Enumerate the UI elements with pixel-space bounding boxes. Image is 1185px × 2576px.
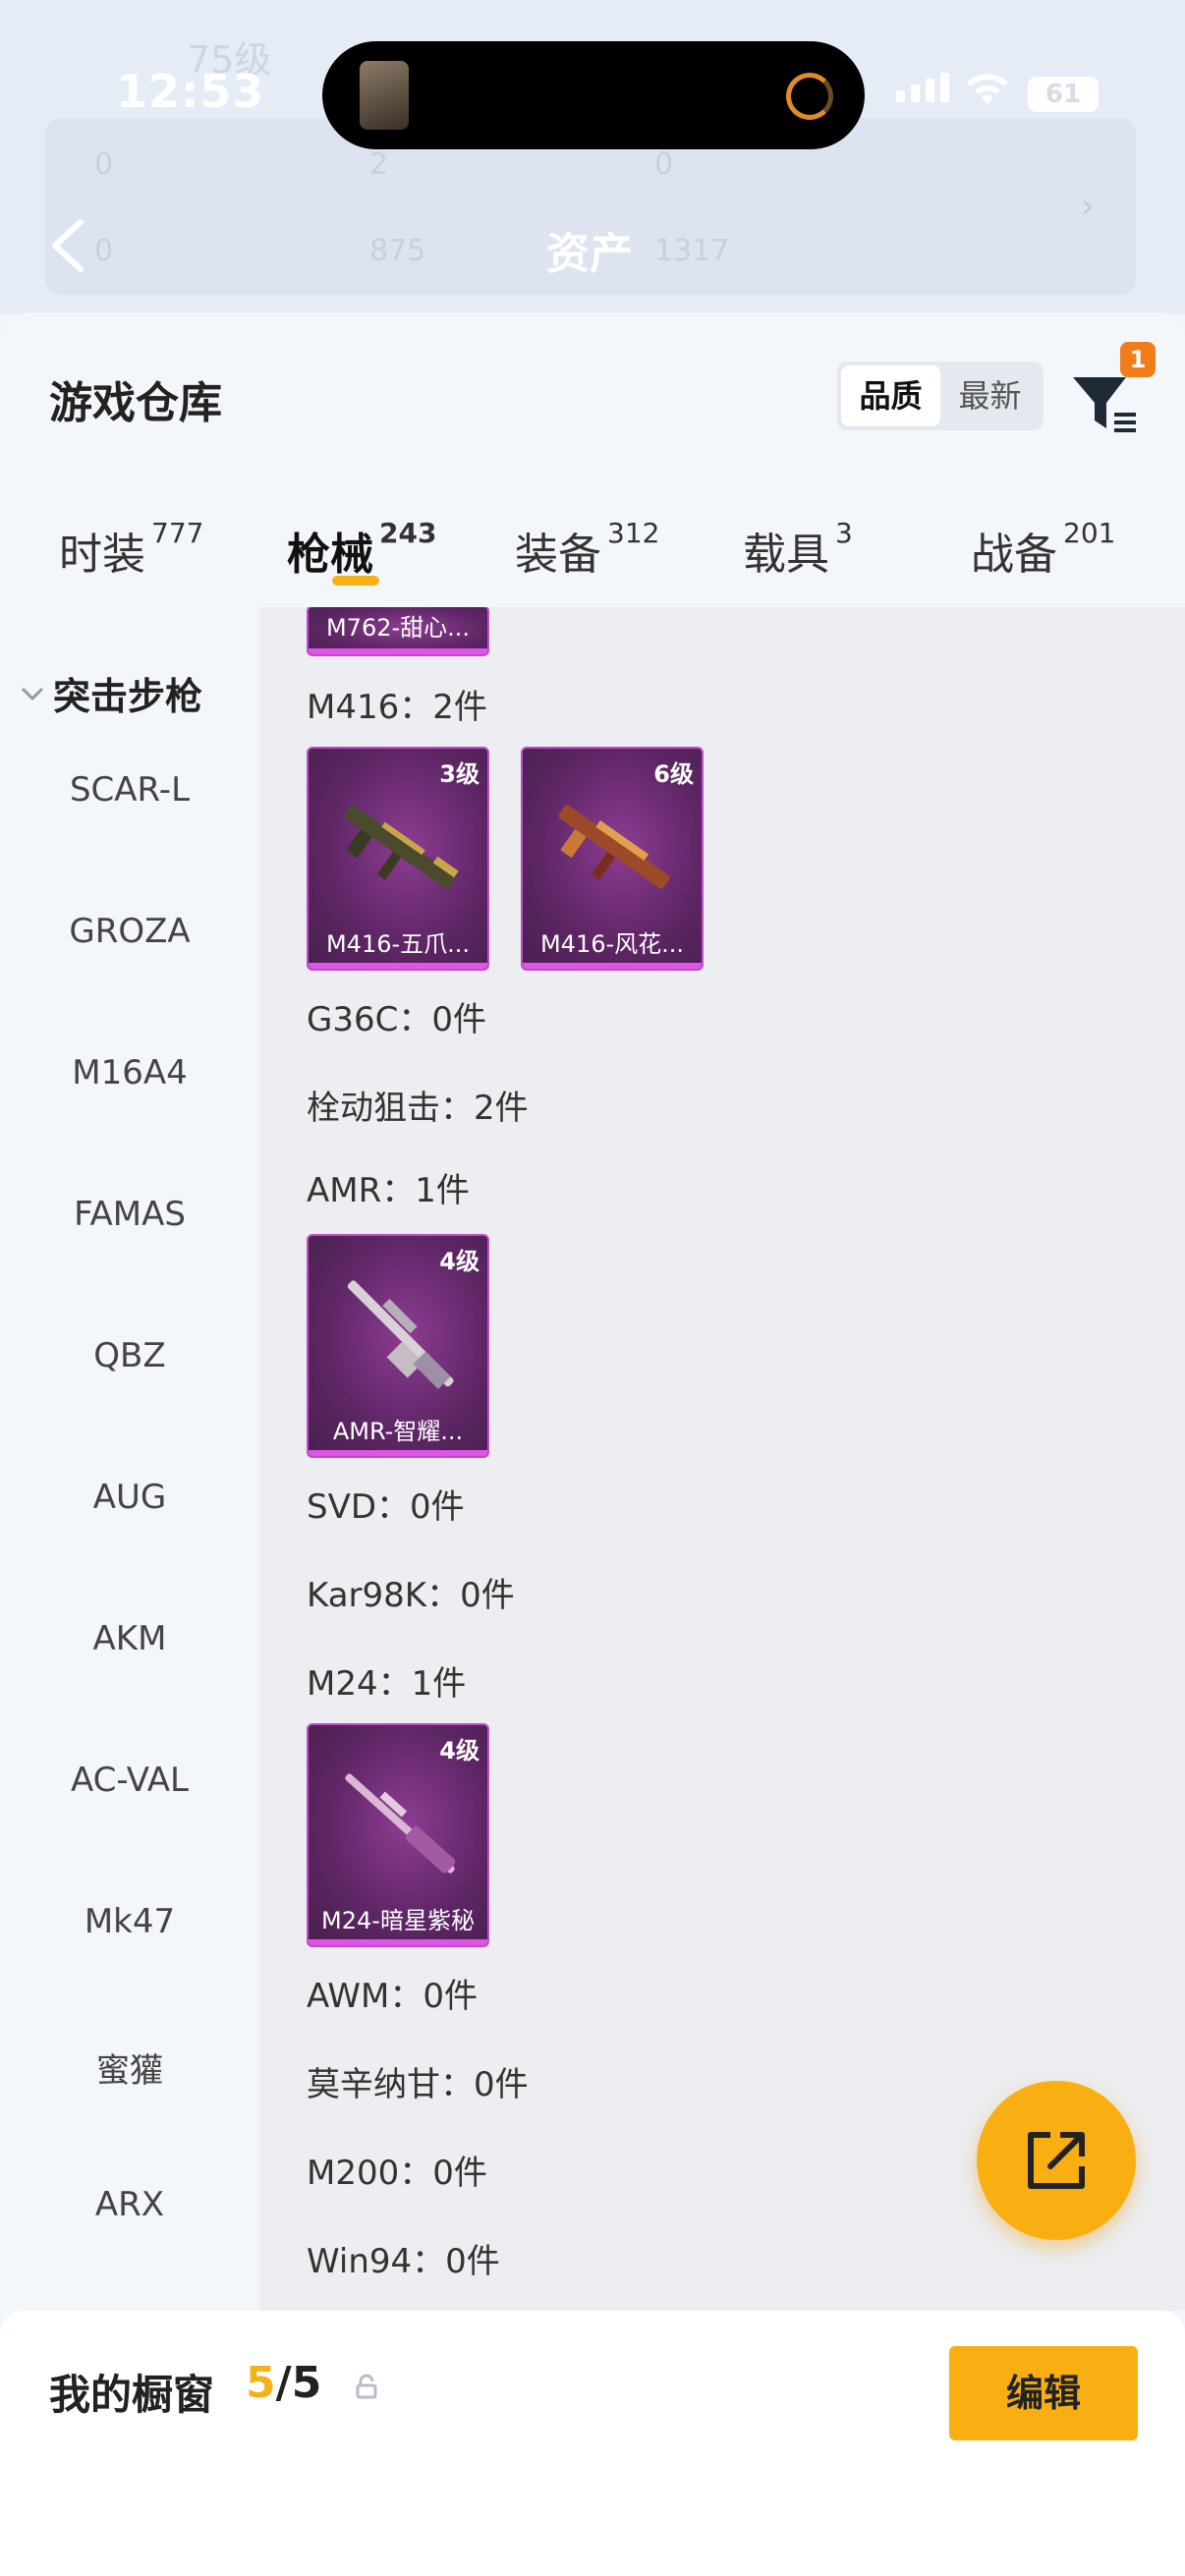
sniper-rifle-icon — [347, 1280, 454, 1389]
tab-vehicles[interactable]: 载具 3 — [743, 499, 853, 597]
card-name: M416-五爪... — [325, 930, 471, 958]
sidebar-item-akm[interactable]: AKM — [0, 1619, 259, 1658]
tab-count: 312 — [607, 517, 660, 549]
rifle-icon — [344, 805, 459, 889]
stat-value: 0 — [94, 234, 114, 268]
tab-label: 枪械 — [287, 530, 373, 580]
weapon-card[interactable]: 6级 M416-风花... — [521, 747, 704, 971]
sidebar-item-groza[interactable]: GROZA — [0, 912, 259, 951]
signal-icon — [896, 73, 949, 102]
tab-fashion[interactable]: 时装 777 — [59, 499, 203, 597]
group-heading: Win94：0件 — [307, 2242, 500, 2281]
group-heading: Kar98K：0件 — [307, 1576, 515, 1615]
group-heading: AWM：0件 — [307, 1977, 478, 2016]
background-header: 75级 0 2 0 0 875 1317 › 12:53 61 资产 — [0, 0, 1185, 314]
group-heading: M416：2件 — [307, 688, 487, 727]
weapon-list: M762-甜心... M416：2件 3级 M416-五爪... 6级 M416… — [259, 607, 1185, 2311]
card-name: M24-暗星紫秘 — [321, 1907, 475, 1934]
weapon-card[interactable]: M762-甜心... — [307, 607, 489, 656]
tab-label: 时装 — [59, 530, 145, 580]
showcase-total: /5 — [275, 2358, 322, 2408]
tab-count: 201 — [1063, 517, 1116, 549]
sidebar-item-m16a4[interactable]: M16A4 — [0, 1053, 259, 1092]
lock-icon — [356, 2374, 377, 2399]
card-name: AMR-智耀... — [332, 1418, 464, 1445]
stat-value: 0 — [654, 147, 674, 182]
weapon-category-sidebar: 突击步枪 SCAR-L GROZA M16A4 FAMAS QBZ AUG AK… — [0, 607, 259, 2311]
wifi-icon — [967, 74, 1008, 104]
tab-count: 3 — [835, 517, 853, 549]
tab-firearms[interactable]: 枪械 243 — [287, 499, 436, 597]
group-heading: AMR：1件 — [307, 1171, 470, 1210]
group-heading: 栓动狙击：2件 — [307, 1089, 529, 1128]
tab-label: 装备 — [515, 530, 601, 580]
stat-value: 1317 — [654, 234, 730, 268]
battery-indicator: 61 — [1028, 77, 1099, 112]
tab-count: 243 — [379, 517, 437, 549]
showcase-label: 我的橱窗 — [49, 2371, 215, 2419]
showcase-bar: 我的橱窗 5/5 编辑 — [0, 2311, 1185, 2576]
card-name: M762-甜心... — [325, 614, 471, 642]
warehouse-sheet: 游戏仓库 品质 最新 1 时装 777 枪械 243 装备 312 载具 3 战备 201 — [0, 312, 1185, 2576]
stat-value: 0 — [94, 147, 114, 182]
stat-value: 875 — [369, 234, 426, 268]
sidebar-group-label: 突击步枪 — [53, 675, 203, 718]
share-button[interactable] — [977, 2081, 1136, 2240]
rifle-icon — [558, 805, 670, 889]
sidebar-item-ac-val[interactable]: AC-VAL — [0, 1761, 259, 1800]
page-title: 资产 — [546, 229, 633, 279]
chevron-down-icon — [21, 687, 44, 700]
back-arrow-icon[interactable] — [43, 216, 92, 275]
share-icon — [1028, 2132, 1085, 2189]
showcase-count: 5/5 — [246, 2358, 321, 2408]
now-playing-thumbnail — [360, 61, 409, 130]
showcase-current: 5 — [246, 2358, 276, 2408]
group-heading: M24：1件 — [307, 1664, 467, 1704]
card-name: M416-风花... — [539, 930, 685, 958]
sort-option-newest[interactable]: 最新 — [940, 365, 1040, 426]
sniper-rifle-icon — [345, 1773, 456, 1874]
warehouse-title: 游戏仓库 — [49, 378, 222, 428]
weapon-card[interactable]: 4级 AMR-智耀... — [307, 1234, 489, 1458]
sidebar-group-assault-rifles[interactable]: 突击步枪 — [20, 666, 202, 720]
tab-count: 777 — [151, 517, 204, 549]
edit-button[interactable]: 编辑 — [949, 2346, 1138, 2440]
activity-ring-icon — [786, 73, 833, 120]
sidebar-item-mk47[interactable]: Mk47 — [0, 1902, 259, 1941]
group-heading: G36C：0件 — [307, 1000, 486, 1039]
weapon-card[interactable]: 4级 M24-暗星紫秘 — [307, 1723, 489, 1947]
tab-label: 载具 — [743, 530, 829, 580]
category-tabs: 时装 777 枪械 243 装备 312 载具 3 战备 201 — [0, 499, 1185, 607]
tab-supplies[interactable]: 战备 201 — [971, 499, 1115, 597]
tab-active-indicator — [332, 576, 379, 586]
sidebar-item-famas[interactable]: FAMAS — [0, 1195, 259, 1234]
sidebar-item-scar-l[interactable]: SCAR-L — [0, 770, 259, 810]
sidebar-item-aug[interactable]: AUG — [0, 1478, 259, 1517]
sort-option-quality[interactable]: 品质 — [841, 365, 940, 426]
stat-value: 2 — [369, 147, 389, 182]
tab-equipment[interactable]: 装备 312 — [515, 499, 659, 597]
sort-toggle: 品质 最新 — [837, 362, 1044, 430]
tab-label: 战备 — [971, 530, 1057, 580]
group-heading: M200：0件 — [307, 2154, 487, 2193]
group-heading: 莫辛纳甘：0件 — [307, 2065, 529, 2104]
filter-badge: 1 — [1120, 342, 1156, 377]
sidebar-item-honey-badger[interactable]: 蜜獾 — [0, 2044, 259, 2092]
sidebar-item-arx[interactable]: ARX — [0, 2185, 259, 2224]
group-heading: SVD：0件 — [307, 1487, 465, 1527]
chevron-right-icon: › — [1081, 187, 1095, 226]
status-time: 12:53 — [116, 65, 265, 118]
dynamic-island — [322, 41, 865, 149]
weapon-card[interactable]: 3级 M416-五爪... — [307, 747, 489, 971]
sidebar-item-qbz[interactable]: QBZ — [0, 1336, 259, 1375]
